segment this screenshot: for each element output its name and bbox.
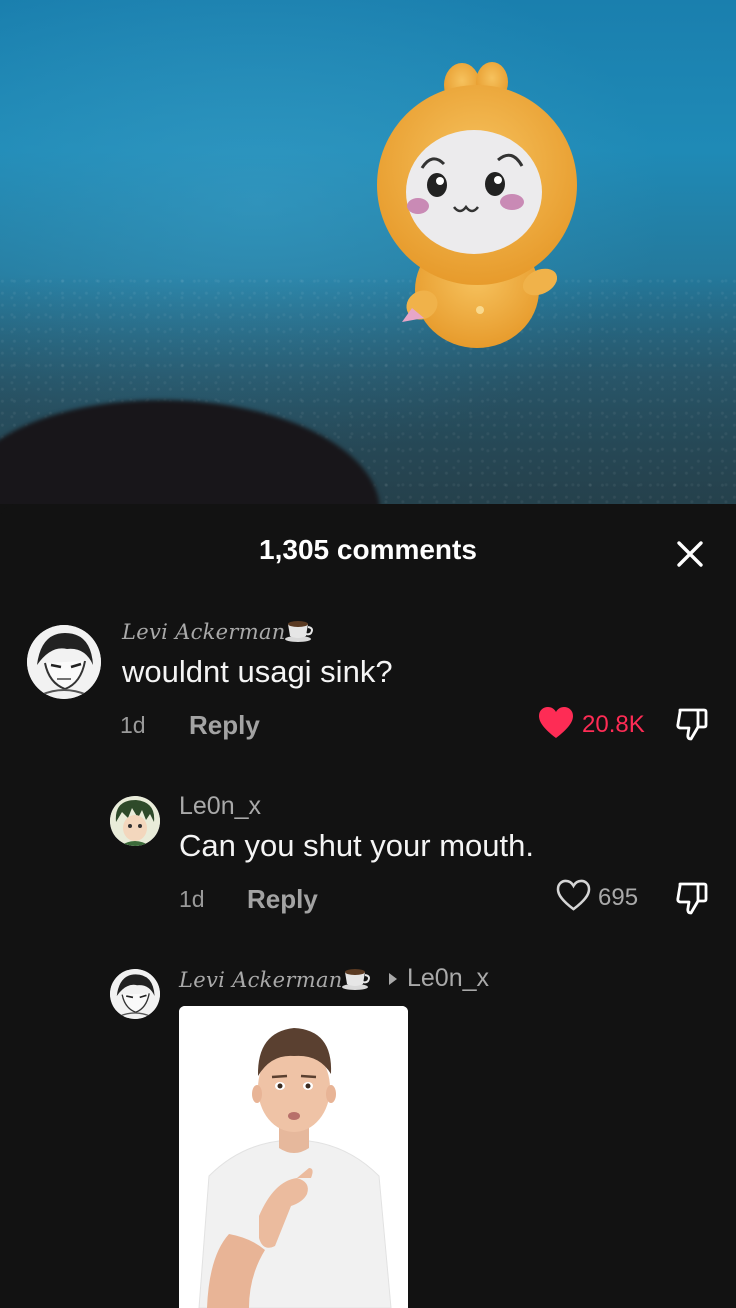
dislike-icon[interactable] xyxy=(674,706,710,742)
avatar[interactable] xyxy=(27,625,101,699)
reply-to-username[interactable]: Le0n_x xyxy=(407,964,489,993)
comments-count-title: 1,305 comments xyxy=(259,534,477,565)
plush-toy-image xyxy=(377,62,577,348)
comment-text: Can you shut your mouth. xyxy=(179,828,534,863)
dislike-icon[interactable] xyxy=(674,880,710,916)
heart-filled-icon[interactable] xyxy=(538,706,574,740)
coffee-cup-icon xyxy=(285,621,313,642)
comment-username[interactable]: Levi Ackerman xyxy=(122,620,286,644)
like-count: 20.8K xyxy=(582,711,645,738)
avatar[interactable] xyxy=(110,796,160,846)
comment-time: 1d xyxy=(120,712,146,738)
comment-image[interactable] xyxy=(179,1006,408,1308)
reply-button[interactable]: Reply xyxy=(247,884,318,915)
comment-username[interactable]: Le0n_x xyxy=(179,792,261,821)
comment-username[interactable]: Levi Ackerman xyxy=(179,968,343,992)
comment-time: 1d xyxy=(179,886,205,912)
avatar[interactable] xyxy=(110,969,160,1019)
comments-sheet: 1,305 comments Levi Ackerman wouldnt usa… xyxy=(0,504,736,1308)
reply-button[interactable]: Reply xyxy=(189,710,260,741)
close-icon[interactable] xyxy=(672,536,708,572)
video-preview[interactable] xyxy=(0,0,736,504)
person-photo xyxy=(179,1006,408,1308)
comment-text: wouldnt usagi sink? xyxy=(122,654,393,689)
reply-arrow-icon xyxy=(389,973,397,985)
coffee-cup-icon xyxy=(342,969,370,990)
heart-outline-icon[interactable] xyxy=(556,879,591,912)
like-count: 695 xyxy=(598,884,639,911)
